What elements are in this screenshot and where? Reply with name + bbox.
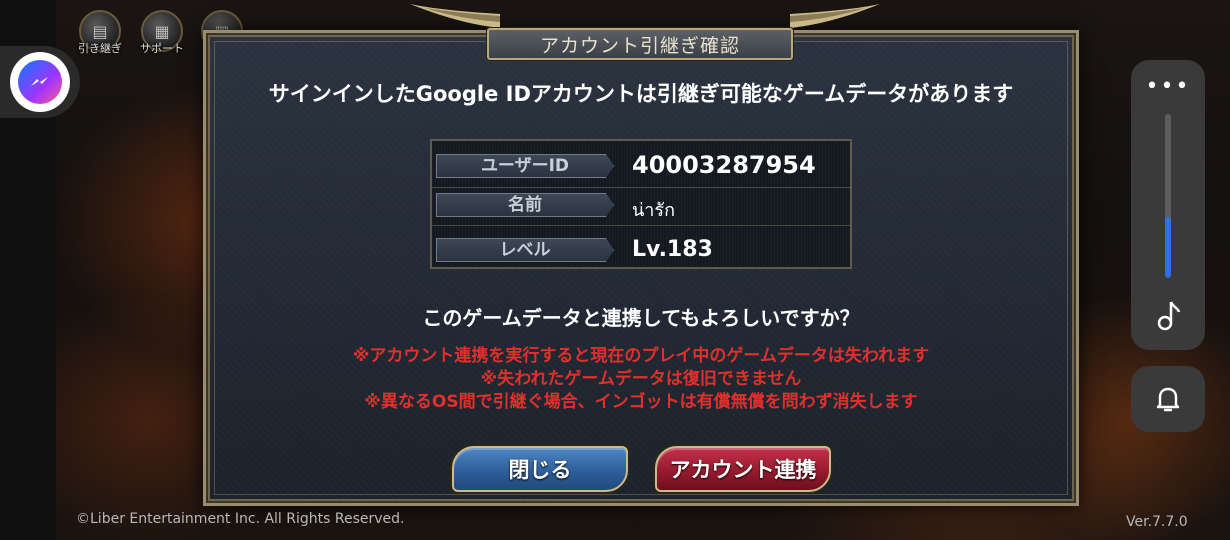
- user-id-value: 40003287954: [632, 151, 816, 179]
- confirm-question: このゲームデータと連携してもよろしいですか？: [422, 306, 860, 330]
- volume-slider-fill: [1165, 217, 1171, 278]
- row-divider: [432, 225, 850, 226]
- messenger-bubble-circle: [10, 52, 70, 112]
- account-info-panel: ユーザーID 40003287954 名前 น่ารัก レベル Lv.183: [430, 139, 852, 269]
- volume-panel: •••: [1131, 60, 1205, 350]
- more-options-icon[interactable]: •••: [1131, 74, 1205, 99]
- level-label: レベル: [436, 238, 614, 262]
- account-link-button[interactable]: アカウント連携: [655, 446, 831, 492]
- left-wing-ornament: [410, 4, 500, 28]
- transfer-menu-button[interactable]: ▤ 引き継ぎ: [74, 10, 126, 66]
- notification-panel[interactable]: [1131, 366, 1205, 432]
- messenger-icon: [18, 60, 62, 104]
- warning-line-1: ※アカウント連携を実行すると現在のプレイ中のゲームデータは失われます: [352, 346, 930, 366]
- music-note-icon[interactable]: [1155, 300, 1183, 332]
- support-menu-button[interactable]: ▦ サポート: [136, 10, 188, 66]
- transfer-menu-label: 引き継ぎ: [78, 42, 122, 55]
- user-id-label: ユーザーID: [436, 154, 614, 178]
- copyright-text: ©Liber Entertainment Inc. All Rights Res…: [76, 511, 405, 527]
- bell-icon: [1156, 387, 1180, 412]
- level-row: レベル Lv.183: [432, 229, 850, 269]
- support-menu-label: サポート: [140, 42, 184, 55]
- name-value: น่ารัก: [632, 200, 675, 221]
- right-wing-ornament: [790, 4, 880, 28]
- warning-line-3: ※異なるOS間で引継ぐ場合、インゴットは有償無償を問わず消失します: [364, 392, 918, 412]
- dialog-headline: サインインしたGoogle IDアカウントは引継ぎ可能なゲームデータがあります: [268, 82, 1014, 106]
- name-label: 名前: [436, 193, 614, 217]
- name-row: 名前 น่ารัก: [432, 187, 850, 226]
- messenger-chat-head[interactable]: [0, 46, 80, 118]
- warning-line-2: ※失われたゲームデータは復旧できません: [480, 369, 802, 389]
- dialog-title: アカウント引継ぎ確認: [487, 28, 793, 60]
- version-text: Ver.7.7.0: [1126, 514, 1188, 530]
- user-id-row: ユーザーID 40003287954: [432, 145, 850, 188]
- messenger-bolt-icon: [31, 77, 48, 86]
- close-button[interactable]: 閉じる: [452, 446, 628, 492]
- level-value: Lv.183: [632, 237, 713, 262]
